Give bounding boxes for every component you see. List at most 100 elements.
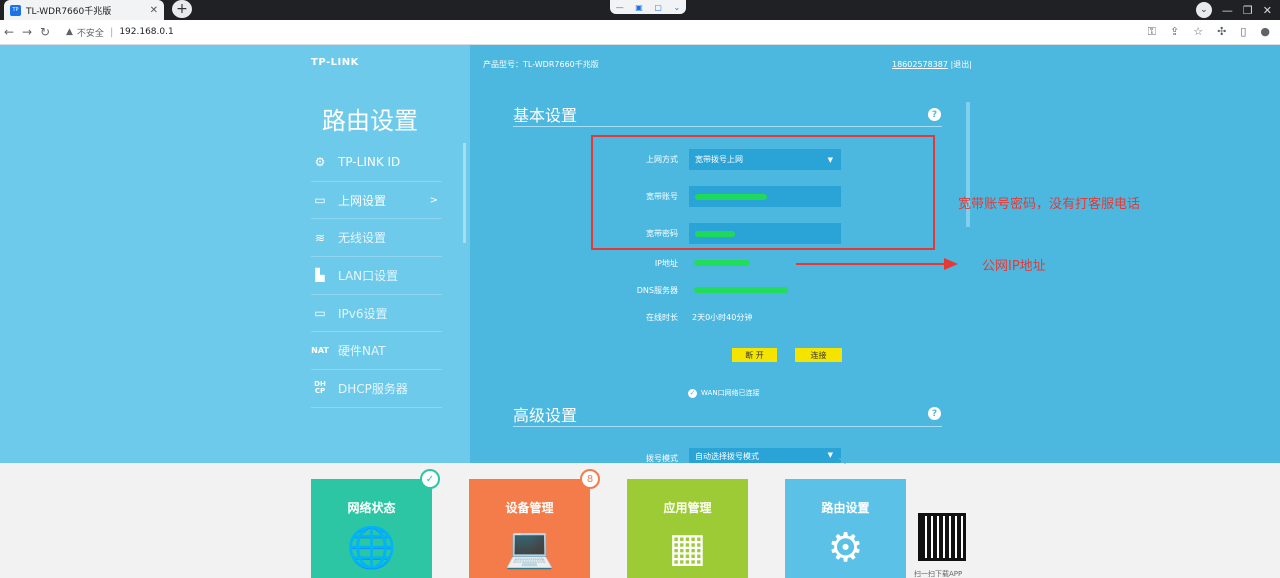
chevron-down-icon[interactable]: ⌄ [673,3,680,12]
sidebar-item-lan[interactable]: ▙ LAN口设置 [311,257,442,295]
security-label[interactable]: 不安全 [77,26,104,39]
laptop-icon: ▭ [314,306,326,321]
check-badge-icon: ✓ [420,469,440,489]
device-count-badge: 8 [580,469,600,489]
sidebar-item-label: IPv6设置 [338,306,388,321]
password-label: 宽带密码 [646,229,678,238]
active-tab-notch [838,458,852,464]
logout-link[interactable]: |退出| [951,60,972,69]
credentials-annotation: 宽带账号密码，没有打客服电话 [958,197,1141,212]
key-icon[interactable]: ⚿ [1148,25,1156,39]
back-icon[interactable]: ← [0,25,18,39]
tile-network-status[interactable]: 网络状态 🌐 ✓ [311,469,440,578]
redaction-scribble [695,230,735,237]
chevron-down-icon: ▼ [827,155,833,164]
lan-icon: ▙ [315,268,325,283]
tile-device-management[interactable]: 设备管理 💻 8 [469,469,600,578]
close-window-icon[interactable]: ✕ [1263,4,1272,17]
remote-toolbar[interactable]: — ▣ ▢ ⌄ [610,0,686,14]
account-link[interactable]: 18602578387 [892,60,948,69]
minimize-window-icon[interactable]: — [1222,4,1233,17]
minimize-icon[interactable]: — [616,3,624,12]
tab-title: TL-WDR7660千兆版 [26,6,112,17]
online-duration: 2天0小时40分钟 [692,313,753,322]
account-label: 宽带账号 [646,192,678,201]
advanced-settings-title: 高级设置 [513,406,578,425]
disconnect-button[interactable]: 断 开 [732,348,777,362]
password-input[interactable] [689,223,841,244]
redaction-scribble [695,193,767,200]
conn-type-select[interactable]: 宽带拨号上网 ▼ [689,149,841,170]
dial-mode-select[interactable]: 自动选择拨号模式 ▼ [689,448,841,463]
url-input[interactable]: 192.168.0.1 [119,27,173,37]
arrow-head-icon [944,258,958,270]
divider [513,126,942,127]
tile-label: 设备管理 [505,501,554,515]
screen-icon[interactable]: ▢ [654,3,662,12]
router-admin-page: TP-LINK 产品型号：TL-WDR7660千兆版 18602578387 |… [0,45,1280,578]
gear-icon: ⚙ [827,525,864,571]
dial-mode-value: 自动选择拨号模式 [695,452,759,461]
tile-label: 网络状态 [347,501,396,515]
browser-tab-strip: TP TL-WDR7660千兆版 ✕ + — ▣ ▢ ⌄ ⌄ — ❐ ✕ [0,0,1280,20]
reload-icon[interactable]: ↻ [36,25,54,39]
annotation-arrow [796,263,946,265]
profile-icon[interactable]: ● [1260,25,1270,39]
sidebar-item-label: 硬件NAT [338,344,386,359]
sidebar-scrollbar[interactable] [463,143,466,243]
sidebar-item-wireless[interactable]: ≋ 无线设置 [311,219,442,258]
sidepanel-icon[interactable]: ▯ [1240,25,1246,39]
tab-search-icon[interactable]: ⌄ [1195,2,1212,18]
restore-window-icon[interactable]: ❐ [1243,4,1253,17]
window-controls: ⌄ — ❐ ✕ [1195,0,1280,20]
sidebar-item-dhcp[interactable]: DH CP DHCP服务器 [311,370,442,408]
content-panel [470,45,1280,463]
laptop-icon: ▭ [314,193,326,208]
nat-icon: NAT [311,346,329,356]
account-input[interactable] [689,186,841,207]
tile-router-settings[interactable]: 路由设置 ⚙ [785,479,906,578]
help-icon[interactable]: ? [928,108,941,121]
forward-icon[interactable]: → [18,25,36,39]
tile-app-management[interactable]: 应用管理 ▦ [627,479,748,578]
qr-caption: 扫一扫下载APP [914,570,963,578]
sidebar-item-nat[interactable]: NAT 硬件NAT [311,332,442,371]
help-icon[interactable]: ? [928,407,941,420]
address-bar: ← → ↻ ▲ 不安全 | 192.168.0.1 ⚿ ⇪ ☆ ✣ ▯ ● [0,20,1280,45]
wan-status-text: WAN口网络已连接 [701,389,760,397]
chevron-right-icon: > [429,194,438,206]
wan-status: ✓ WAN口网络已连接 [688,388,760,398]
ip-label: IP地址 [654,259,678,268]
browser-tab[interactable]: TP TL-WDR7660千兆版 ✕ [4,0,164,20]
sidebar-item-internet[interactable]: ▭ 上网设置 > [311,182,442,220]
security-warning-icon[interactable]: ▲ [66,27,73,37]
close-tab-icon[interactable]: ✕ [150,5,158,16]
conn-type-label: 上网方式 [646,155,678,164]
divider: | [109,26,114,38]
tplink-logo: TP-LINK [311,57,359,68]
laptop-icon: 💻 [504,525,555,571]
globe-icon: 🌐 [346,525,397,571]
extensions-icon[interactable]: ✣ [1217,25,1226,39]
account-area: 18602578387 |退出| [892,59,972,70]
product-model: 产品型号：TL-WDR7660千兆版 [483,60,599,69]
ip-annotation: 公网IP地址 [982,259,1046,274]
star-icon[interactable]: ☆ [1193,25,1203,39]
connect-button[interactable]: 连接 [795,348,842,362]
sidebar-menu: ⚙ TP-LINK ID ▭ 上网设置 > ≋ 无线设置 ▙ LAN口设置 ▭ … [311,144,442,408]
tplink-favicon-icon: TP [10,4,21,16]
sidebar-item-tplink-id[interactable]: ⚙ TP-LINK ID [311,144,442,182]
conn-type-value: 宽带拨号上网 [695,155,743,164]
monitor-icon[interactable]: ▣ [635,3,643,12]
sidebar-item-label: TP-LINK ID [338,155,401,170]
sidebar-item-ipv6[interactable]: ▭ IPv6设置 [311,295,442,333]
ip-value-redacted [694,260,750,266]
qr-code-icon [918,513,966,561]
new-tab-button[interactable]: + [172,0,192,18]
dhcp-icon: DH CP [314,380,326,396]
sidebar-item-label: LAN口设置 [338,268,399,283]
chevron-down-icon: ▼ [827,451,833,459]
share-icon[interactable]: ⇪ [1170,25,1179,39]
sidebar-item-label: 无线设置 [338,231,387,246]
dns-label: DNS服务器 [636,286,678,295]
